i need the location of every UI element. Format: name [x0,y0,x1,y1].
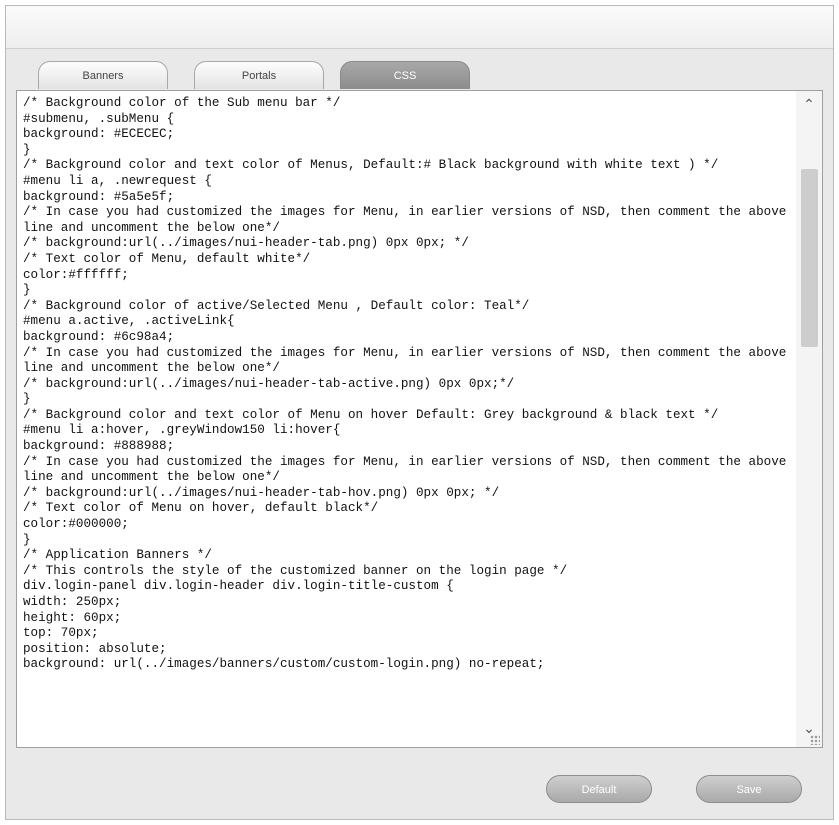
css-code-content[interactable]: /* Background color of the Sub menu bar … [23,96,792,747]
tab-css[interactable]: CSS [340,61,470,89]
panel-header-bar [6,6,833,49]
code-line: top: 70px; [23,626,99,641]
code-line: /* In case you had customized the images… [23,205,794,235]
code-line: } [23,532,31,547]
footer-actions: Default Save [6,749,833,819]
code-line: /* Application Banners */ [23,548,212,563]
scroll-up-arrow-icon[interactable]: ⌃ [796,95,822,113]
code-line: #menu li a:hover, .greyWindow150 li:hove… [23,423,341,438]
code-line: #menu a.active, .activeLink{ [23,314,235,329]
code-line: } [23,392,31,407]
scrollbar-thumb[interactable] [801,169,818,347]
code-line: /* Text color of Menu on hover, default … [23,501,379,516]
code-line: } [23,142,31,157]
code-line: /* background:url(../images/nui-header-t… [23,236,469,251]
code-line: /* Background color and text color of Me… [23,407,719,422]
css-settings-panel: Banners Portals CSS /* Background color … [5,5,834,820]
code-line: /* Text color of Menu, default white*/ [23,251,311,266]
code-line: /* Background color and text color of Me… [23,158,719,173]
code-line: /* Background color of the Sub menu bar … [23,96,341,110]
code-line: background: #5a5e5f; [23,189,175,204]
code-line: color:#ffffff; [23,267,129,282]
code-line: /* background:url(../images/nui-header-t… [23,376,515,391]
code-line: position: absolute; [23,641,167,656]
tab-banners[interactable]: Banners [38,61,168,89]
code-line: } [23,283,31,298]
tab-portals[interactable]: Portals [194,61,324,89]
code-line: /* Background color of active/Selected M… [23,298,530,313]
code-line: #menu li a, .newrequest { [23,173,212,188]
code-line: /* In case you had customized the images… [23,454,794,485]
save-button[interactable]: Save [696,775,802,803]
tab-strip: Banners Portals CSS [14,55,825,89]
code-line: div.login-panel div.login-header div.log… [23,579,454,594]
css-editor-textarea[interactable]: /* Background color of the Sub menu bar … [16,90,823,748]
resize-grip-icon[interactable] [810,735,820,745]
code-line: background: #6c98a4; [23,329,175,344]
default-button[interactable]: Default [546,775,652,803]
code-line: width: 250px; [23,595,122,609]
code-line: #submenu, .subMenu { [23,111,175,126]
code-line: /* This controls the style of the custom… [23,563,568,578]
vertical-scrollbar[interactable]: ⌃ ⌄ [796,91,822,747]
code-line: /* In case you had customized the images… [23,345,794,376]
code-line: color:#000000; [23,517,129,532]
code-line: height: 60px; [23,610,122,625]
code-line: /* background:url(../images/nui-header-t… [23,485,500,500]
code-line: background: #888988; [23,439,175,454]
code-line: background: url(../images/banners/custom… [23,657,545,672]
code-line: background: #ECECEC; [23,127,175,142]
